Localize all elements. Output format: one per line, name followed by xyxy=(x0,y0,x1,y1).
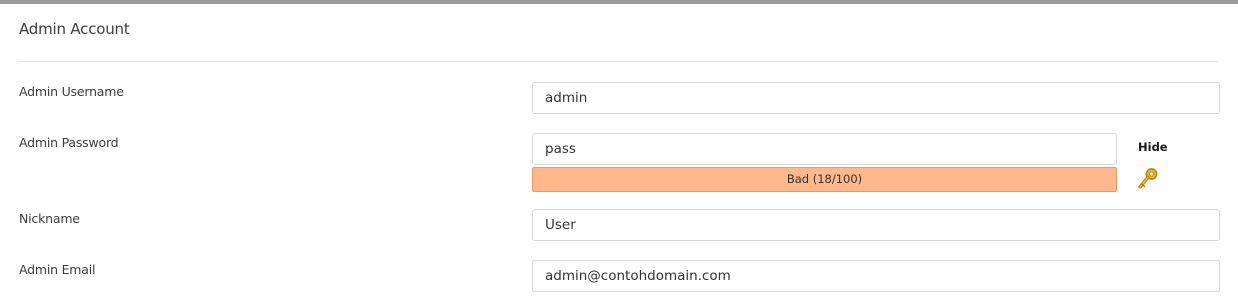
nickname-input[interactable] xyxy=(532,209,1220,241)
password-strength-meter: Bad (18/100) xyxy=(532,167,1117,192)
username-label: Admin Username xyxy=(19,84,124,99)
section-divider xyxy=(19,61,1219,62)
password-input[interactable] xyxy=(532,133,1117,165)
username-input[interactable] xyxy=(532,82,1220,114)
password-strength-text: Bad (18/100) xyxy=(786,172,863,186)
key-icon[interactable] xyxy=(1137,166,1161,192)
email-input[interactable] xyxy=(532,260,1220,292)
hide-password-toggle[interactable]: Hide xyxy=(1138,140,1168,154)
password-label: Admin Password xyxy=(19,135,119,150)
section-title: Admin Account xyxy=(19,20,130,38)
top-border xyxy=(0,0,1238,4)
nickname-label: Nickname xyxy=(19,211,80,226)
email-label: Admin Email xyxy=(19,262,96,277)
